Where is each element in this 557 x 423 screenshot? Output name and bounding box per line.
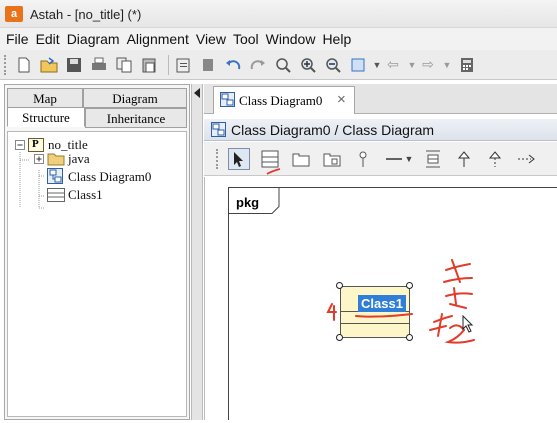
redo-icon[interactable] <box>248 55 268 75</box>
menu-file[interactable]: File <box>6 31 29 47</box>
menu-help[interactable]: Help <box>322 31 351 47</box>
back-dropdown-icon[interactable]: ▼ <box>408 55 417 75</box>
select-tool-icon[interactable] <box>228 147 250 170</box>
dropdown-arrow-icon[interactable]: ▼ <box>373 55 382 75</box>
editor-tab-strip: Class Diagram0 × <box>204 84 557 114</box>
package-label: pkg <box>236 195 260 210</box>
tree-item-class1[interactable]: Class1 <box>68 187 103 203</box>
diagram-toolbar: ▼ <box>204 142 557 176</box>
tab-inheritance[interactable]: Inheritance <box>85 108 187 128</box>
class-diagram-tab-icon <box>220 92 235 107</box>
realization-tool-icon[interactable] <box>484 148 506 170</box>
handwritten-annotation <box>326 259 475 344</box>
tree-item-class-diagram[interactable]: Class Diagram0 <box>68 169 151 185</box>
class-diagram-icon <box>47 168 63 184</box>
menu-view[interactable]: View <box>196 31 226 47</box>
menu-tool[interactable]: Tool <box>233 31 259 47</box>
open-folder-icon[interactable] <box>39 55 59 75</box>
forward-dropdown-icon[interactable]: ▼ <box>443 55 452 75</box>
menu-alignment[interactable]: Alignment <box>127 31 189 47</box>
collapse-toggle-icon[interactable] <box>15 140 26 151</box>
print-icon[interactable] <box>89 55 109 75</box>
ink-underline-mark <box>266 168 281 175</box>
tab-class-diagram0[interactable]: Class Diagram0 × <box>213 86 355 114</box>
calculator-icon[interactable] <box>457 55 477 75</box>
zoom-out-icon[interactable] <box>323 55 343 75</box>
collapse-left-arrow-icon[interactable] <box>193 88 201 98</box>
tree-item-java[interactable]: java <box>68 151 90 167</box>
back-arrow-icon[interactable]: ⇦ <box>383 55 403 75</box>
generalization-tool-icon[interactable] <box>453 148 475 170</box>
format-icon[interactable] <box>198 55 218 75</box>
main-toolbar: ▼ ⇦ ▼ ⇨ ▼ <box>0 50 557 80</box>
structure-tree: P no_title java Class Diagram0 Class1 <box>7 131 187 417</box>
interface-tool-icon[interactable] <box>352 148 374 170</box>
menu-edit[interactable]: Edit <box>36 31 60 47</box>
fit-window-icon[interactable] <box>348 55 368 75</box>
menu-window[interactable]: Window <box>266 31 316 47</box>
menu-diagram[interactable]: Diagram <box>67 31 120 47</box>
toolbar-separator <box>168 54 169 75</box>
class-tool-icon[interactable] <box>259 148 281 170</box>
tab-label: Class Diagram0 <box>239 93 323 108</box>
package-tool-icon[interactable] <box>290 148 312 170</box>
menu-bar: File Edit Diagram Alignment View Tool Wi… <box>0 28 557 50</box>
zoom-search-icon[interactable] <box>273 55 293 75</box>
folder-icon <box>47 153 65 166</box>
diagram-toolbar-grip[interactable] <box>216 148 220 169</box>
clipboard-icon[interactable] <box>173 55 193 75</box>
class-icon <box>47 188 65 202</box>
tab-map[interactable]: Map <box>7 88 83 108</box>
tab-diagram[interactable]: Diagram <box>83 88 187 108</box>
save-icon[interactable] <box>64 55 84 75</box>
astah-app-icon: a <box>5 6 23 22</box>
window-title: Astah - [no_title] (*) <box>30 7 142 22</box>
diagram-header-title: Class Diagram0 / Class Diagram <box>231 122 435 138</box>
toolbar-grip[interactable] <box>4 54 8 75</box>
tab-structure[interactable]: Structure <box>7 107 85 127</box>
dependency-tool-icon[interactable] <box>422 148 444 170</box>
diagram-header: Class Diagram0 / Class Diagram <box>204 119 557 141</box>
association-dropdown-icon[interactable]: ▼ <box>405 148 414 170</box>
class-diagram-header-icon <box>211 122 226 137</box>
project-badge: P <box>32 138 39 150</box>
mouse-cursor-icon <box>462 315 474 333</box>
subsystem-tool-icon[interactable] <box>321 148 343 170</box>
expand-toggle-icon[interactable] <box>34 154 45 165</box>
project-view-panel: Map Diagram Structure Inheritance P no_t… <box>4 84 190 420</box>
new-file-icon[interactable] <box>14 55 34 75</box>
copy-icon[interactable] <box>114 55 134 75</box>
association-tool-icon[interactable] <box>383 148 405 170</box>
tab-close-icon[interactable]: × <box>337 91 346 108</box>
paste-icon[interactable] <box>139 55 159 75</box>
panel-splitter[interactable] <box>191 84 203 420</box>
forward-arrow-icon[interactable]: ⇨ <box>418 55 438 75</box>
undo-icon[interactable] <box>223 55 243 75</box>
usage-tool-icon[interactable] <box>515 148 537 170</box>
zoom-in-icon[interactable] <box>298 55 318 75</box>
